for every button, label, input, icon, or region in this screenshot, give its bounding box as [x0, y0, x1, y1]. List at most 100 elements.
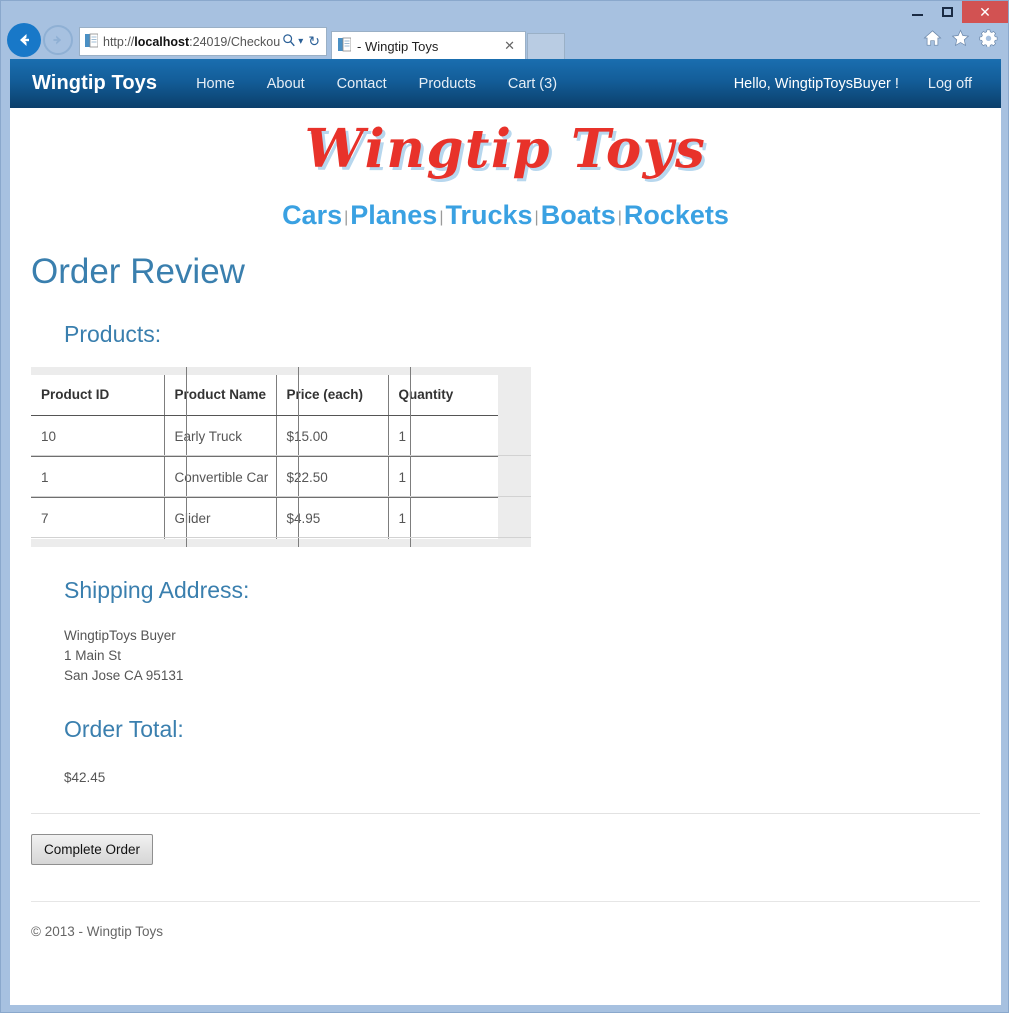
- site-header: Wingtip Toys Cars |Planes |Trucks |Boats |Ro…: [10, 108, 1001, 231]
- column-header-quantity: Quantity: [387, 374, 498, 417]
- close-window-button[interactable]: ✕: [962, 1, 1008, 23]
- site-nav-links: Home About Contact Products Cart (3): [181, 70, 572, 98]
- shipping-address-block: WingtipToys Buyer 1 Main St San Jose CA …: [64, 626, 991, 686]
- minimize-icon: [911, 13, 923, 16]
- category-link-cars[interactable]: Cars: [282, 200, 342, 230]
- site-nav-user-area: Hello, WingtipToysBuyer ! Log off: [720, 70, 1001, 98]
- category-link-trucks[interactable]: Trucks: [445, 200, 532, 230]
- column-header-product-name: Product Name: [163, 374, 276, 417]
- home-icon[interactable]: [923, 29, 942, 52]
- address-line-street: 1 Main St: [64, 648, 122, 664]
- table-header-row: Product ID Product Name Price (each) Qua…: [31, 374, 498, 417]
- browser-tab[interactable]: - Wingtip Toys ✕: [331, 31, 526, 60]
- address-line-city-state-zip: San Jose CA 95131: [64, 668, 184, 684]
- tab-close-icon[interactable]: ✕: [500, 38, 519, 54]
- page-viewport: Wingtip Toys Home About Contact Products…: [10, 59, 1001, 1005]
- cell-price: $22.50: [275, 456, 388, 499]
- address-line-name: WingtipToys Buyer: [64, 628, 176, 644]
- title-bar: ✕: [1, 1, 1008, 23]
- url-protocol: http://: [103, 34, 135, 49]
- footer-copyright: © 2013 - Wingtip Toys: [31, 924, 164, 940]
- cell-quantity: 1: [387, 456, 498, 499]
- products-heading: Products:: [64, 321, 162, 348]
- shipping-address-heading: Shipping Address:: [64, 576, 250, 603]
- browser-window: ✕ http://localhost:24019/Checkou ▾ ↻ - W…: [0, 0, 1009, 1013]
- products-table-panel: Product ID Product Name Price (each) Qua…: [31, 366, 531, 547]
- table-row: 7 Glider $4.95 1: [31, 497, 498, 539]
- site-navbar: Wingtip Toys Home About Contact Products…: [10, 59, 1001, 108]
- table-row-rule: [31, 536, 531, 538]
- nav-link-home[interactable]: Home: [181, 70, 250, 98]
- back-button[interactable]: [7, 23, 41, 57]
- user-greeting[interactable]: Hello, WingtipToysBuyer !: [720, 70, 913, 98]
- cell-quantity: 1: [387, 415, 498, 458]
- category-nav: Cars |Planes |Trucks |Boats |Rockets: [10, 200, 1001, 231]
- cell-price: $15.00: [275, 415, 388, 458]
- category-separator: |: [534, 208, 539, 226]
- browser-toolbar-icons: [923, 29, 998, 52]
- search-icon[interactable]: [282, 33, 296, 50]
- refresh-icon[interactable]: ↻: [305, 33, 323, 50]
- cell-product-id: 7: [31, 497, 164, 539]
- forward-arrow-icon: [53, 35, 62, 45]
- maximize-button[interactable]: [932, 1, 962, 23]
- cell-product-name: Convertible Car: [163, 456, 276, 499]
- url-text: http://localhost:24019/Checkou: [103, 35, 280, 49]
- browser-toolbar: http://localhost:24019/Checkou ▾ ↻ - Win…: [1, 23, 1008, 60]
- tab-strip: - Wingtip Toys ✕: [331, 27, 565, 60]
- category-link-boats[interactable]: Boats: [541, 200, 616, 230]
- footer-divider: [31, 901, 980, 903]
- products-table-body: 10 Early Truck $15.00 1 1 Convertible Ca…: [31, 415, 498, 539]
- new-tab-button[interactable]: [527, 33, 565, 60]
- close-icon: ✕: [979, 4, 991, 20]
- settings-gear-icon[interactable]: [979, 29, 998, 52]
- cell-price: $4.95: [275, 497, 388, 539]
- table-column-rule: [186, 366, 187, 547]
- main-content: Order Review Products: Product ID Produc…: [10, 251, 1001, 940]
- cell-product-name: Glider: [163, 497, 276, 539]
- maximize-icon: [941, 7, 953, 17]
- forward-button[interactable]: [43, 25, 73, 55]
- tab-page-icon: [338, 37, 352, 55]
- content-divider: [31, 812, 980, 814]
- category-separator: |: [617, 208, 622, 226]
- address-bar[interactable]: http://localhost:24019/Checkou ▾ ↻: [79, 27, 327, 56]
- nav-link-cart[interactable]: Cart (3): [493, 70, 572, 98]
- page-title: Order Review: [31, 251, 245, 291]
- complete-order-button[interactable]: Complete Order: [31, 833, 154, 866]
- url-path: :24019/Checkou: [189, 34, 281, 49]
- order-total-amount: $42.45: [64, 769, 106, 785]
- category-link-planes[interactable]: Planes: [350, 200, 437, 230]
- site-brand[interactable]: Wingtip Toys: [32, 72, 157, 95]
- log-off-link[interactable]: Log off: [913, 70, 987, 98]
- column-header-price: Price (each): [275, 374, 388, 417]
- site-logo: Wingtip Toys: [304, 118, 707, 180]
- category-link-rockets[interactable]: Rockets: [624, 200, 729, 230]
- table-row: 1 Convertible Car $22.50 1: [31, 456, 498, 499]
- cell-product-id: 10: [31, 415, 164, 458]
- nav-link-about[interactable]: About: [252, 70, 320, 98]
- minimize-button[interactable]: [902, 1, 932, 23]
- chevron-down-icon[interactable]: ▾: [298, 36, 303, 47]
- table-column-rule: [410, 366, 411, 547]
- page-icon: [85, 33, 99, 51]
- column-header-product-id: Product ID: [31, 374, 164, 417]
- cell-quantity: 1: [387, 497, 498, 539]
- favorites-star-icon[interactable]: [951, 29, 970, 52]
- tab-title: - Wingtip Toys: [357, 38, 439, 54]
- cell-product-id: 1: [31, 456, 164, 499]
- table-row-rule: [31, 454, 531, 456]
- back-arrow-icon: [20, 34, 29, 46]
- nav-link-products[interactable]: Products: [404, 70, 491, 98]
- products-table: Product ID Product Name Price (each) Qua…: [31, 374, 498, 539]
- cell-product-name: Early Truck: [163, 415, 276, 458]
- table-column-rule: [298, 366, 299, 547]
- window-controls: ✕: [902, 1, 1008, 23]
- navigation-buttons: [7, 23, 73, 57]
- url-host: localhost: [134, 34, 190, 49]
- table-row-rule: [31, 495, 531, 497]
- table-row: 10 Early Truck $15.00 1: [31, 415, 498, 458]
- nav-link-contact[interactable]: Contact: [322, 70, 402, 98]
- order-total-heading: Order Total:: [64, 716, 184, 743]
- products-table-head: Product ID Product Name Price (each) Qua…: [31, 374, 498, 417]
